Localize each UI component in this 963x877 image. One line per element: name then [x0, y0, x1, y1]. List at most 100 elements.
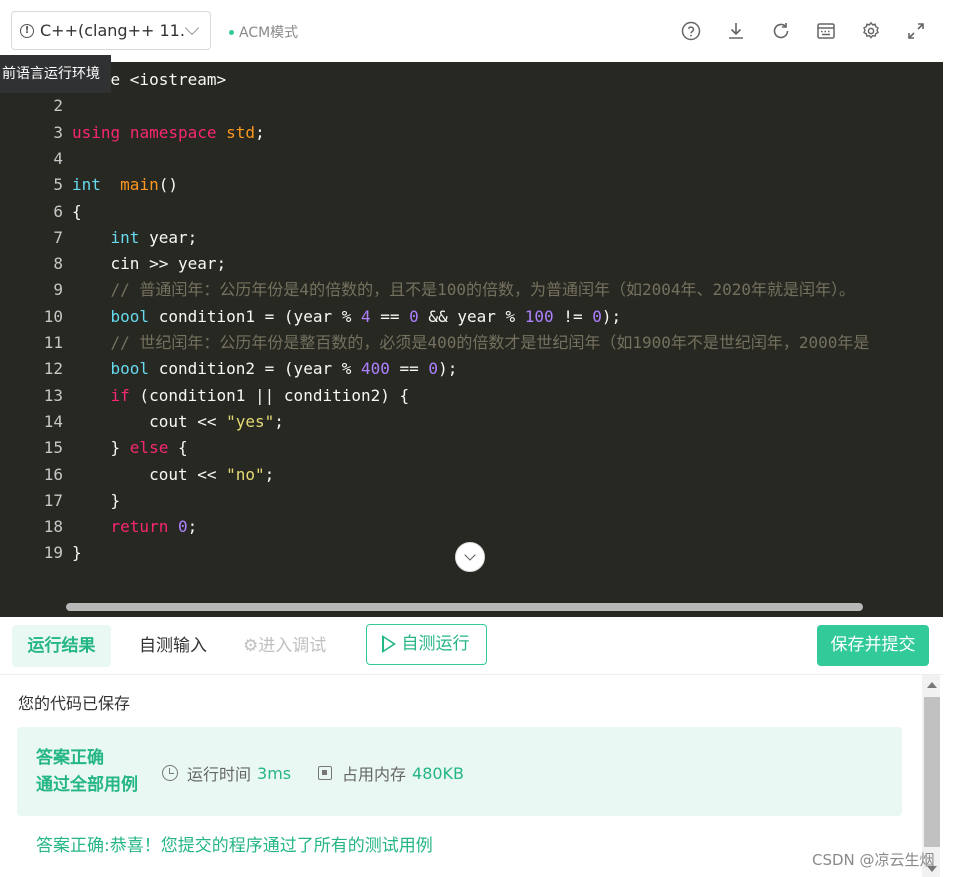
- verdict-subtitle: 通过全部用例: [36, 775, 138, 795]
- code-token: else: [129, 438, 169, 458]
- code-token: "no": [226, 464, 265, 484]
- code-token: 0: [428, 359, 439, 379]
- result-panel: 您的代码已保存 答案正确 通过全部用例 运行时间 3ms 占用内存 480KB …: [0, 675, 922, 877]
- download-icon[interactable]: [725, 20, 747, 42]
- settings-icon[interactable]: [860, 20, 882, 42]
- code-line[interactable]: 14 cout << "yes";: [0, 409, 943, 435]
- line-number: 3: [53, 122, 63, 142]
- verdict-card: 答案正确 通过全部用例 运行时间 3ms 占用内存 480KB: [17, 727, 902, 816]
- self-test-run-button[interactable]: 自测运行: [366, 624, 487, 665]
- clock-icon: [162, 765, 178, 781]
- code-token: bool: [110, 359, 150, 379]
- code-token: ;: [264, 464, 275, 484]
- code-token: ;: [187, 517, 198, 537]
- tab-run-result[interactable]: 运行结果: [12, 625, 111, 667]
- code-editor[interactable]: 1clude <iostream> 2 3 using namespace std; 4…: [0, 62, 943, 617]
- line-number: 2: [53, 96, 63, 116]
- code-line[interactable]: 13 if (condition1 || condition2) {: [0, 383, 943, 409]
- line-number: 14: [43, 411, 63, 431]
- line-number: 10: [43, 306, 63, 326]
- code-line[interactable]: 12 bool condition2 = (year % 400 == 0);: [0, 356, 943, 382]
- code-text: // 世纪闰年：公历年份是整百数的，必须是400的倍数才是世纪闰年（如1900年…: [72, 330, 870, 356]
- scroll-up-arrow-icon[interactable]: [927, 682, 937, 688]
- code-token: condition2 = (year %: [149, 359, 361, 379]
- code-line[interactable]: 6{: [0, 199, 943, 225]
- tab-debug[interactable]: ⚙进入调试: [243, 625, 326, 667]
- code-token: 0: [177, 517, 188, 537]
- refresh-icon[interactable]: [770, 20, 792, 42]
- code-line[interactable]: 1clude <iostream>: [0, 67, 943, 93]
- keyboard-icon[interactable]: [815, 20, 837, 42]
- runtime-value: 3ms: [257, 763, 292, 783]
- line-number: 12: [43, 359, 63, 379]
- code-line[interactable]: 16 cout << "no";: [0, 462, 943, 488]
- code-token: {: [72, 201, 82, 221]
- code-line[interactable]: 4: [0, 146, 943, 172]
- status-dot: [229, 29, 234, 35]
- line-number: 5: [53, 175, 63, 195]
- save-submit-button[interactable]: 保存并提交: [817, 625, 929, 666]
- code-line[interactable]: 11 // 世纪闰年：公历年份是整百数的，必须是400的倍数才是世纪闰年（如19…: [0, 330, 943, 356]
- code-token: 0: [409, 306, 419, 326]
- code-text: }: [72, 488, 121, 514]
- code-line[interactable]: 10 bool condition1 = (year % 4 == 0 && y…: [0, 304, 943, 330]
- code-line[interactable]: 17 }: [0, 488, 943, 514]
- code-text: {: [72, 199, 82, 225]
- fullscreen-icon[interactable]: [905, 20, 927, 42]
- code-token: ;: [274, 411, 284, 431]
- code-token: bool: [110, 306, 150, 326]
- code-line[interactable]: 2: [0, 93, 943, 119]
- result-tabs: 运行结果 自测输入 ⚙进入调试 自测运行 保存并提交: [0, 617, 943, 675]
- code-text: bool condition2 = (year % 400 == 0);: [72, 356, 458, 382]
- code-line[interactable]: 3 using namespace std;: [0, 120, 943, 146]
- verdict-title: 答案正确: [36, 748, 104, 768]
- bug-icon: ⚙: [243, 636, 259, 656]
- code-line[interactable]: 7 int year;: [0, 225, 943, 251]
- code-token: (): [158, 175, 178, 195]
- horizontal-scrollbar[interactable]: [66, 603, 863, 611]
- code-line[interactable]: 18 return 0;: [0, 514, 943, 540]
- code-token: // 世纪闰年：公历年份是整百数的，必须是400的倍数才是世纪闰年（如1900年…: [72, 333, 870, 352]
- code-text: }: [72, 540, 82, 566]
- code-token: !=: [553, 306, 593, 326]
- code-text: cout << "yes";: [72, 409, 284, 435]
- watermark: CSDN @凉云生烟: [812, 851, 935, 869]
- code-text: bool condition1 = (year % 4 == 0 && year…: [72, 304, 622, 330]
- chevron-down-icon: [464, 549, 476, 561]
- code-line[interactable]: 9 // 普通闰年：公历年份是4的倍数的，且不是100的倍数，为普通闰年（如20…: [0, 277, 943, 303]
- code-line[interactable]: 5 int main(): [0, 172, 943, 198]
- line-number: 16: [43, 464, 63, 484]
- code-line[interactable]: 15 } else {: [0, 435, 943, 461]
- code-token: cout <<: [72, 464, 227, 484]
- code-text: cin >> year;: [72, 251, 227, 277]
- tab-custom-input[interactable]: 自测输入: [139, 625, 207, 667]
- code-text: } else {: [72, 435, 188, 461]
- line-number: 15: [43, 438, 63, 458]
- code-token: {: [168, 438, 188, 458]
- line-number: 13: [43, 385, 63, 405]
- line-number: 19: [43, 543, 63, 563]
- code-token: ==: [370, 306, 410, 326]
- line-number: 18: [43, 517, 63, 537]
- code-token: }: [72, 490, 121, 510]
- vertical-scrollbar-thumb[interactable]: [924, 697, 940, 847]
- memory-label: 占用内存: [342, 765, 407, 784]
- line-number: 8: [53, 254, 63, 274]
- info-icon: !: [20, 23, 34, 38]
- code-token: namespace: [129, 122, 217, 142]
- collapse-panel-button[interactable]: [455, 542, 485, 572]
- page-margin: [943, 0, 963, 675]
- code-token: main: [120, 175, 159, 195]
- help-icon[interactable]: [680, 20, 702, 42]
- code-token: 0: [592, 306, 602, 326]
- code-token: }: [72, 438, 130, 458]
- code-token: "yes": [226, 411, 275, 431]
- code-line[interactable]: 8 cin >> year;: [0, 251, 943, 277]
- runtime-label: 运行时间: [187, 765, 252, 784]
- code-token: 4: [360, 306, 371, 326]
- language-select[interactable]: ! C++(clang++ 11.: [11, 11, 211, 50]
